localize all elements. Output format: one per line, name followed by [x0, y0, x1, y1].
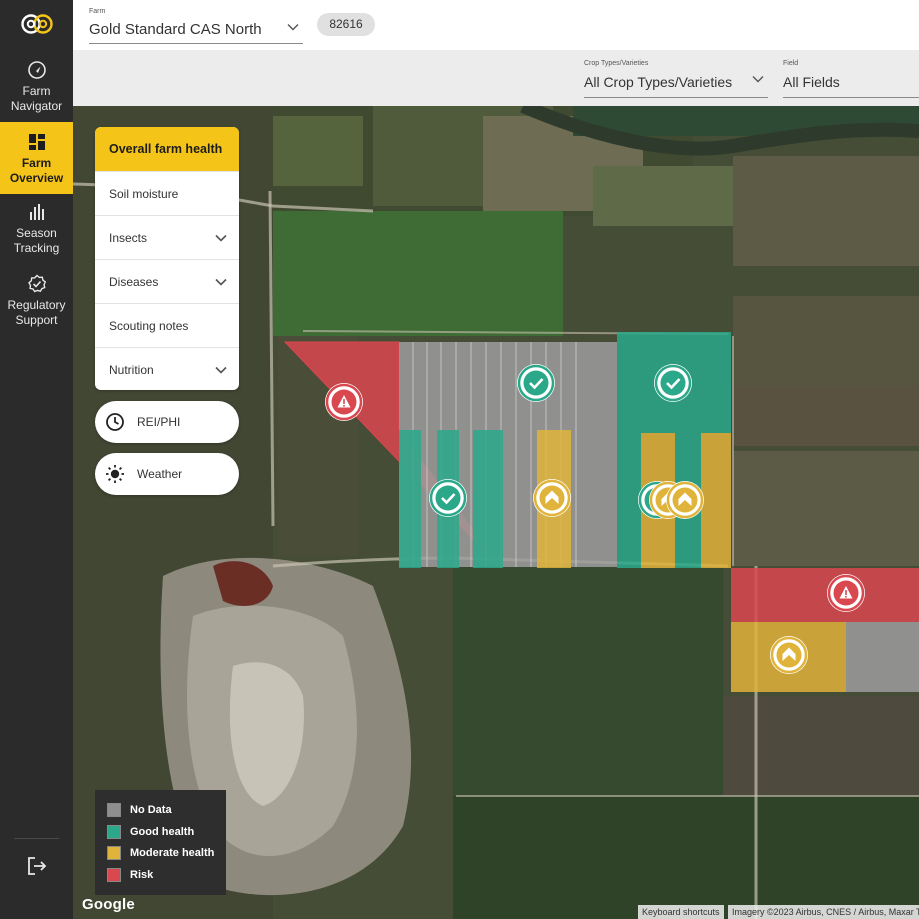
- legend-label: Moderate health: [130, 847, 215, 859]
- app-logo[interactable]: [20, 12, 54, 36]
- nav-label: Farm Navigator: [10, 84, 63, 113]
- menu-soil-moisture[interactable]: Soil moisture: [95, 171, 239, 215]
- field-label: Field: [783, 60, 799, 67]
- warning-icon: [827, 574, 865, 612]
- filter-bar: Crop Types/Varieties All Crop Types/Vari…: [73, 50, 919, 106]
- risk-marker[interactable]: [325, 383, 363, 421]
- chevron-up-icon: [666, 481, 704, 519]
- field-value: All Fields: [783, 74, 840, 90]
- google-logo: Google: [82, 896, 135, 913]
- good-health-marker[interactable]: [654, 364, 692, 402]
- dashboard-grid-icon: [28, 134, 45, 150]
- nav-label: Season Tracking: [13, 226, 60, 255]
- chevron-down-icon: [287, 24, 299, 31]
- menu-item-label: Insects: [109, 231, 148, 245]
- menu-scouting-notes[interactable]: Scouting notes: [95, 303, 239, 347]
- map-legend: No Data Good health Moderate health Risk: [95, 790, 226, 895]
- rei-phi-button[interactable]: REI/PHI: [95, 401, 239, 443]
- field-select[interactable]: Field All Fields: [783, 58, 919, 98]
- menu-insects[interactable]: Insects: [95, 215, 239, 259]
- menu-nutrition[interactable]: Nutrition: [95, 347, 239, 390]
- legend-item-no-data: No Data: [107, 802, 172, 818]
- rei-phi-label: REI/PHI: [137, 415, 181, 429]
- good-health-marker[interactable]: [429, 479, 467, 517]
- sidebar: Farm Navigator Farm Overview Season Trac…: [0, 0, 73, 919]
- nav-label: Regulatory Support: [7, 298, 66, 327]
- legend-label: No Data: [130, 804, 172, 816]
- chevron-down-icon: [215, 366, 227, 374]
- legend-swatch: [107, 846, 121, 860]
- check-icon: [654, 364, 692, 402]
- health-layer-menu: Overall farm health Soil moisture Insect…: [95, 127, 239, 390]
- weather-label: Weather: [137, 467, 183, 481]
- legend-item-risk: Risk: [107, 867, 153, 883]
- nav-regulatory-support[interactable]: Regulatory Support: [0, 274, 73, 336]
- legend-label: Risk: [130, 869, 154, 881]
- keyboard-shortcuts-link[interactable]: Keyboard shortcuts: [638, 905, 724, 919]
- menu-diseases[interactable]: Diseases: [95, 259, 239, 303]
- crop-type-label: Crop Types/Varieties: [584, 60, 649, 67]
- imagery-credit: Imagery ©2023 Airbus, CNES / Airbus, Max…: [728, 905, 919, 919]
- weather-button[interactable]: Weather: [95, 453, 239, 495]
- legend-label: Good health: [130, 826, 195, 838]
- chevron-down-icon: [752, 76, 764, 83]
- farm-select[interactable]: Farm Gold Standard CAS North: [89, 6, 303, 44]
- sidebar-divider: [14, 838, 59, 839]
- navigation-arrow-icon: [27, 61, 46, 79]
- legend-item-moderate-health: Moderate health: [107, 845, 214, 861]
- nav-season-tracking[interactable]: Season Tracking: [0, 202, 73, 264]
- menu-item-label: Diseases: [109, 275, 159, 289]
- sun-icon: [106, 465, 124, 483]
- nav-farm-overview[interactable]: Farm Overview: [0, 122, 73, 194]
- logout-icon[interactable]: [26, 855, 48, 877]
- crop-type-value: All Crop Types/Varieties: [584, 74, 733, 90]
- legend-swatch: [107, 868, 121, 882]
- chevron-up-icon: [770, 636, 808, 674]
- farm-id-badge: 82616: [317, 13, 375, 36]
- legend-swatch: [107, 803, 121, 817]
- top-bar: Farm Gold Standard CAS North 82616: [73, 0, 919, 50]
- farm-select-label: Farm: [89, 8, 106, 15]
- menu-item-label: Overall farm health: [109, 142, 223, 156]
- farm-select-value: Gold Standard CAS North: [89, 21, 262, 38]
- moderate-health-marker[interactable]: [533, 479, 571, 517]
- menu-overall-farm-health[interactable]: Overall farm health: [95, 127, 239, 171]
- good-health-marker[interactable]: [517, 364, 555, 402]
- check-icon: [517, 364, 555, 402]
- moderate-health-marker[interactable]: [770, 636, 808, 674]
- moderate-health-marker[interactable]: [666, 481, 704, 519]
- chevron-up-icon: [533, 479, 571, 517]
- menu-item-label: Scouting notes: [109, 319, 189, 333]
- check-icon: [429, 479, 467, 517]
- legend-item-good-health: Good health: [107, 824, 194, 840]
- clock-icon: [106, 413, 124, 431]
- risk-marker[interactable]: [827, 574, 865, 612]
- badge-check-icon: [27, 274, 46, 293]
- bar-chart-icon: [29, 204, 44, 220]
- menu-item-label: Nutrition: [109, 363, 154, 377]
- chevron-down-icon: [215, 234, 227, 242]
- chevron-down-icon: [215, 278, 227, 286]
- warning-icon: [325, 383, 363, 421]
- menu-item-label: Soil moisture: [109, 187, 179, 201]
- crop-type-select[interactable]: Crop Types/Varieties All Crop Types/Vari…: [584, 58, 768, 98]
- nav-label: Farm Overview: [9, 156, 64, 185]
- nav-farm-navigator[interactable]: Farm Navigator: [0, 58, 73, 120]
- legend-swatch: [107, 825, 121, 839]
